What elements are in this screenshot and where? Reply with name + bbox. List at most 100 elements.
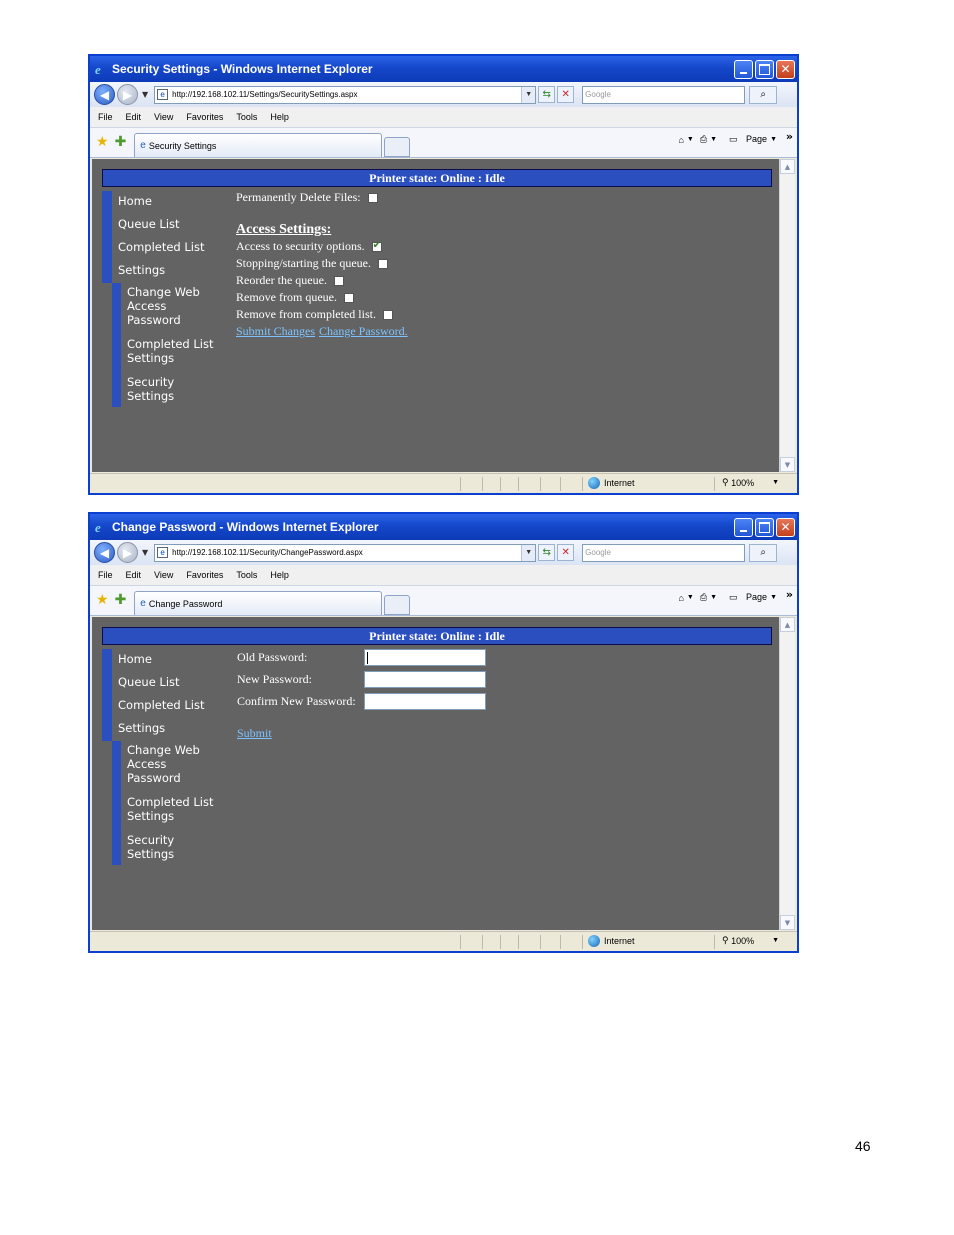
add-favorites-icon[interactable]: ✚ <box>115 592 127 608</box>
menu-edit[interactable]: Edit <box>126 112 142 122</box>
vertical-scrollbar[interactable]: ▲ ▼ <box>779 159 795 472</box>
search-icon: ⌕ <box>760 89 766 100</box>
menu-edit[interactable]: Edit <box>126 570 142 580</box>
search-input[interactable]: Google <box>582 85 746 104</box>
nav-sub-item-security-settings[interactable]: Security Settings <box>127 833 217 865</box>
favorites-star-icon[interactable]: ★ <box>96 134 109 150</box>
add-favorites-icon[interactable]: ✚ <box>115 134 127 150</box>
refresh-button[interactable]: ⇆ <box>538 544 556 561</box>
menu-favorites[interactable]: Favorites <box>186 570 223 580</box>
nav-item-queue-list[interactable]: Queue List <box>102 214 227 237</box>
refresh-icon: ⇆ <box>542 89 551 100</box>
url-field[interactable]: e http://192.168.102.11/Settings/Securit… <box>154 85 537 104</box>
history-dropdown-icon[interactable]: ▼ <box>142 90 148 99</box>
stop-button[interactable]: ✕ <box>557 86 575 103</box>
nav-item-completed-list[interactable]: Completed List <box>102 237 227 260</box>
nav-item-settings[interactable]: Settings <box>102 718 227 741</box>
menu-file[interactable]: File <box>98 112 113 122</box>
url-field[interactable]: e http://192.168.102.11/Security/ChangeP… <box>154 543 537 562</box>
maximize-button[interactable] <box>755 59 774 79</box>
menu-view[interactable]: View <box>154 112 173 122</box>
url-dropdown-icon[interactable]: ▼ <box>521 86 536 103</box>
print-dropdown-icon[interactable]: ▼ <box>710 594 717 601</box>
nav-item-settings[interactable]: Settings <box>102 260 227 283</box>
nav-sub-item-change-password[interactable]: Change Web Access Password <box>127 743 217 785</box>
submit-link[interactable]: Submit <box>237 726 272 741</box>
zoom-control[interactable]: ⚲ 100% ▼ <box>722 477 779 488</box>
url-dropdown-icon[interactable]: ▼ <box>521 544 536 561</box>
security-zone[interactable]: Internet <box>588 935 635 947</box>
change-password-link[interactable]: Change Password. <box>319 324 408 339</box>
tab-change-password[interactable]: e Change Password <box>134 591 383 615</box>
nav-sub-item-completed-list-settings[interactable]: Completed List Settings <box>127 337 217 365</box>
nav-item-home[interactable]: Home <box>102 649 227 672</box>
new-password-field[interactable] <box>364 670 486 688</box>
vertical-scrollbar[interactable]: ▲ ▼ <box>779 617 795 930</box>
security-zone[interactable]: Internet <box>588 477 635 489</box>
scroll-up-icon[interactable]: ▲ <box>780 159 795 174</box>
title-bar[interactable]: e Change Password - Windows Internet Exp… <box>90 514 797 540</box>
home-dropdown-icon[interactable]: ▼ <box>687 594 694 601</box>
title-bar[interactable]: e Security Settings - Windows Internet E… <box>90 56 797 82</box>
new-tab-button[interactable] <box>384 595 411 615</box>
nav-sub-item-change-password[interactable]: Change Web Access Password <box>127 285 217 327</box>
page-menu[interactable]: ▭ Page <box>723 592 767 603</box>
nav-sub-item-security-settings[interactable]: Security Settings <box>127 375 217 407</box>
nav-item-home[interactable]: Home <box>102 191 227 214</box>
back-button[interactable]: ◀ <box>94 84 115 105</box>
nav-sub-item-completed-list-settings[interactable]: Completed List Settings <box>127 795 217 823</box>
page-dropdown-icon[interactable]: ▼ <box>770 136 777 143</box>
permanent-delete-checkbox[interactable] <box>367 192 378 203</box>
zoom-dropdown-icon[interactable]: ▼ <box>772 479 779 486</box>
new-tab-button[interactable] <box>384 137 411 157</box>
scroll-up-icon[interactable]: ▲ <box>780 617 795 632</box>
submit-changes-link[interactable]: Submit Changes <box>236 324 315 339</box>
menu-file[interactable]: File <box>98 570 113 580</box>
home-icon[interactable]: ⌂ <box>678 135 683 145</box>
menu-help[interactable]: Help <box>270 112 289 122</box>
home-icon[interactable]: ⌂ <box>678 593 683 603</box>
close-button[interactable]: ✕ <box>776 517 795 537</box>
print-icon[interactable]: ⎙ <box>700 134 707 145</box>
menu-view[interactable]: View <box>154 570 173 580</box>
print-dropdown-icon[interactable]: ▼ <box>710 136 717 143</box>
option-checkbox-remove-from-completed[interactable] <box>382 309 393 320</box>
page-dropdown-icon[interactable]: ▼ <box>770 594 777 601</box>
stop-button[interactable]: ✕ <box>557 544 575 561</box>
scroll-down-icon[interactable]: ▼ <box>780 457 795 472</box>
minimize-button[interactable] <box>734 59 753 79</box>
nav-item-queue-list[interactable]: Queue List <box>102 672 227 695</box>
option-checkbox-remove-from-queue[interactable] <box>343 292 354 303</box>
search-button[interactable]: ⌕ <box>749 85 778 104</box>
close-button[interactable]: ✕ <box>776 59 795 79</box>
print-icon[interactable]: ⎙ <box>700 592 707 603</box>
menu-favorites[interactable]: Favorites <box>186 112 223 122</box>
nav-item-completed-list[interactable]: Completed List <box>102 695 227 718</box>
menu-help[interactable]: Help <box>270 570 289 580</box>
history-dropdown-icon[interactable]: ▼ <box>142 548 148 557</box>
option-checkbox-reorder-queue[interactable] <box>333 275 344 286</box>
search-button[interactable]: ⌕ <box>749 543 778 562</box>
maximize-button[interactable] <box>755 517 774 537</box>
refresh-button[interactable]: ⇆ <box>538 86 556 103</box>
menu-tools[interactable]: Tools <box>236 112 257 122</box>
back-button[interactable]: ◀ <box>94 542 115 563</box>
home-dropdown-icon[interactable]: ▼ <box>687 136 694 143</box>
minimize-button[interactable] <box>734 517 753 537</box>
zoom-dropdown-icon[interactable]: ▼ <box>772 937 779 944</box>
favorites-star-icon[interactable]: ★ <box>96 592 109 608</box>
zoom-control[interactable]: ⚲ 100% ▼ <box>722 935 779 946</box>
forward-button[interactable]: ▶ <box>117 542 138 563</box>
scroll-down-icon[interactable]: ▼ <box>780 915 795 930</box>
forward-button[interactable]: ▶ <box>117 84 138 105</box>
old-password-field[interactable] <box>364 648 486 666</box>
option-checkbox-start-stop-queue[interactable] <box>377 258 388 269</box>
confirm-password-field[interactable] <box>364 692 486 710</box>
search-input[interactable]: Google <box>582 543 746 562</box>
page-menu[interactable]: ▭ Page <box>723 134 767 145</box>
menu-tools[interactable]: Tools <box>236 570 257 580</box>
more-tools-chevron-icon[interactable]: » <box>786 130 793 143</box>
more-tools-chevron-icon[interactable]: » <box>786 588 793 601</box>
option-checkbox-security-options[interactable] <box>371 240 382 252</box>
tab-security-settings[interactable]: e Security Settings <box>134 133 383 157</box>
